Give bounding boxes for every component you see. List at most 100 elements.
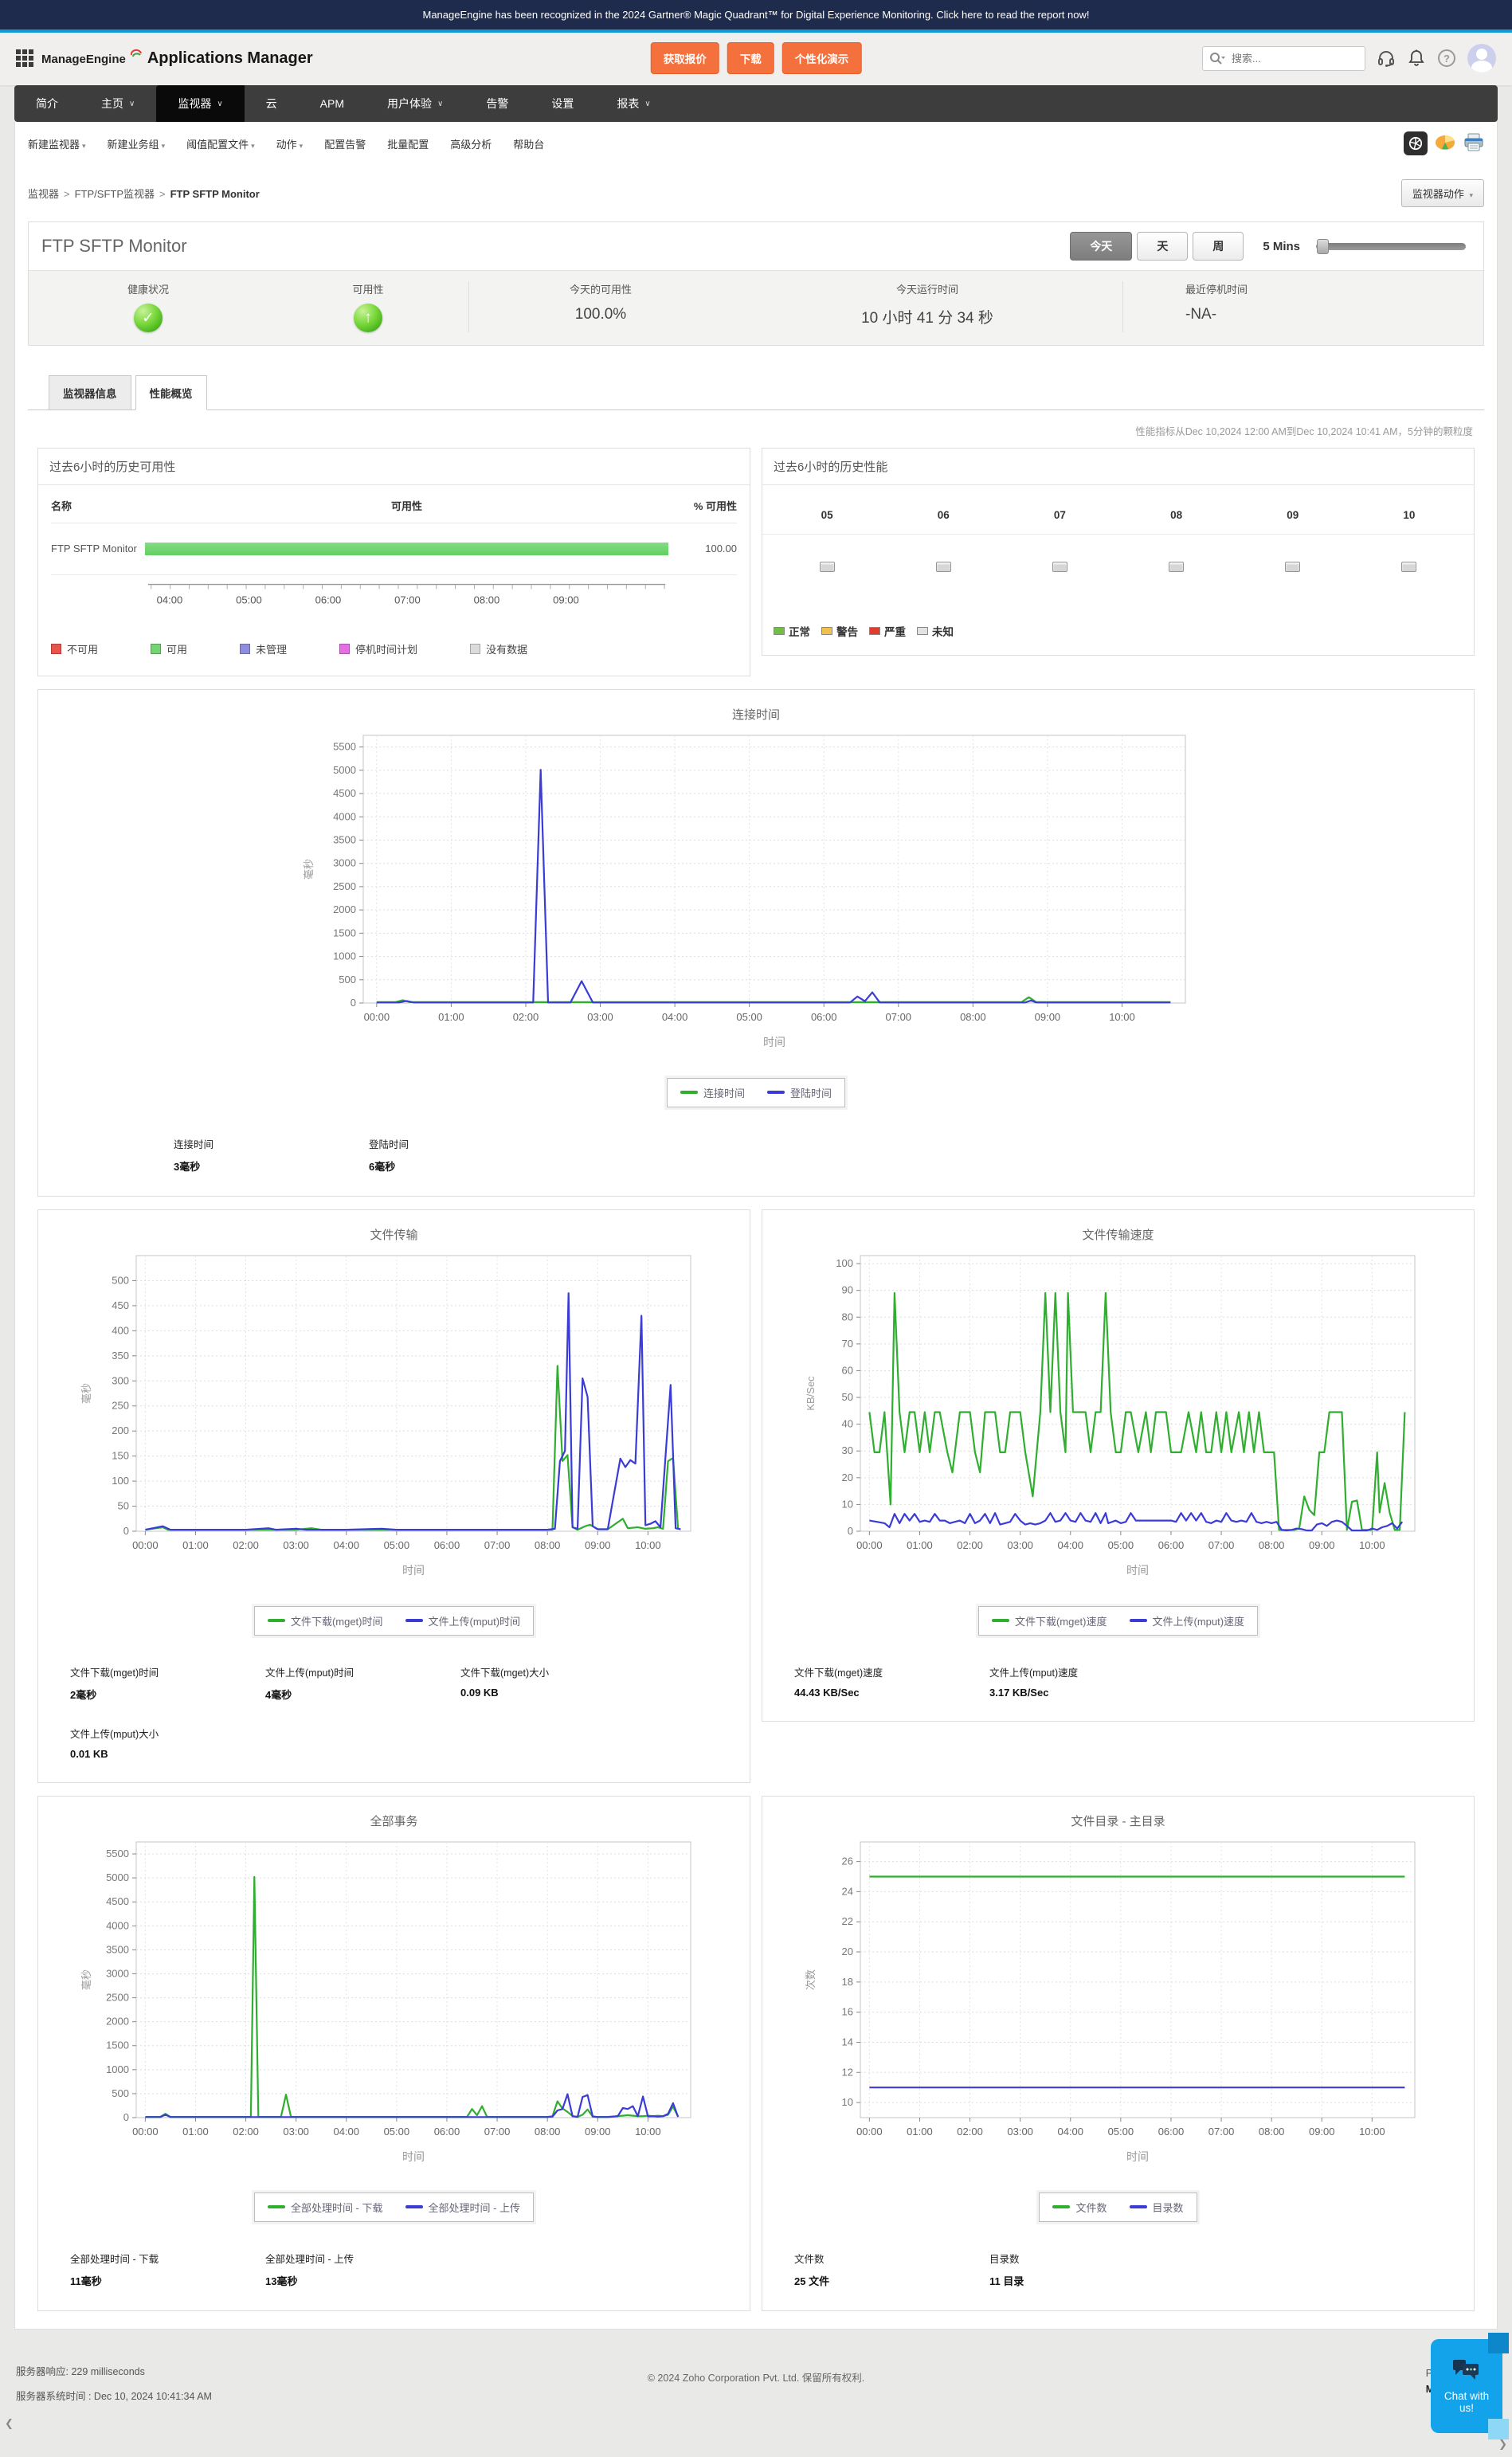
perf-state-square-unknown[interactable]	[1285, 562, 1301, 572]
toolbar-item-新建业务组[interactable]: 新建业务组 ▾	[108, 136, 166, 151]
performance-legend-item: 未知	[917, 623, 954, 639]
print-icon[interactable]	[1463, 133, 1484, 155]
svg-text:1000: 1000	[106, 2063, 129, 2075]
toolbar-item-高级分析[interactable]: 高级分析	[450, 136, 492, 151]
toolbar-item-动作[interactable]: 动作 ▾	[276, 136, 304, 151]
svg-text:50: 50	[841, 1391, 852, 1403]
nav-item-label: 报表	[617, 97, 640, 110]
time-range-天[interactable]: 天	[1137, 232, 1189, 261]
promo-banner[interactable]: ManageEngine has been recognized in the …	[0, 0, 1512, 33]
chevron-down-icon: ▾	[82, 141, 86, 150]
perf-state-square-unknown[interactable]	[1052, 562, 1067, 572]
slider-handle[interactable]	[1317, 238, 1329, 254]
toolbar-item-批量配置[interactable]: 批量配置	[387, 136, 429, 151]
toolbar-item-配置告警[interactable]: 配置告警	[324, 136, 366, 151]
svg-text:250: 250	[112, 1399, 129, 1411]
scroll-left-arrow[interactable]: ❮	[5, 2417, 14, 2430]
connection-time-stats: 连接时间 3毫秒 登陆时间 6毫秒	[38, 1125, 1474, 1196]
logo[interactable]: ManageEngine Applications Manager	[16, 49, 313, 68]
cta-button-2[interactable]: 个性化演示	[781, 42, 862, 74]
perf-state-square-unknown[interactable]	[1169, 562, 1185, 572]
legend-swatch	[821, 627, 832, 635]
stat-label: 目录数	[989, 2253, 1020, 2265]
breadcrumb-item-1[interactable]: FTP/SFTP监视器	[75, 188, 155, 200]
connection-time-title: 连接时间	[731, 707, 780, 722]
stat-value: 6毫秒	[369, 1160, 396, 1173]
toolbar-item-新建监视器[interactable]: 新建监视器 ▾	[28, 136, 86, 151]
apps-grid-icon[interactable]	[16, 49, 33, 67]
legend-swatch	[51, 643, 61, 654]
nav-item-监视器[interactable]: 监视器 ∨	[156, 85, 245, 122]
breadcrumb-item-0[interactable]: 监视器	[28, 188, 59, 200]
svg-text:06:00: 06:00	[433, 2126, 460, 2138]
svg-text:01:00: 01:00	[907, 2126, 933, 2138]
perf-hour-08: 08	[1170, 509, 1183, 521]
nav-item-label: 设置	[551, 97, 574, 110]
search-icon[interactable]	[1208, 51, 1226, 69]
svg-text:00:00: 00:00	[856, 2126, 883, 2138]
monitor-actions-button[interactable]: 监视器动作 ▾	[1400, 179, 1484, 207]
nav-item-设置[interactable]: 设置	[530, 85, 595, 122]
legend-label: 全部处理时间 - 下载	[290, 2201, 383, 2214]
toolbar-item-阈值配置文件[interactable]: 阈值配置文件 ▾	[186, 136, 255, 151]
perf-state-square-unknown[interactable]	[935, 562, 951, 572]
nav-item-简介[interactable]: 简介	[14, 85, 80, 122]
help-icon[interactable]: ?	[1437, 49, 1456, 68]
legend-label: 文件上传(mput)时间	[428, 1615, 521, 1628]
chat-widget-button[interactable]: Chat with us!	[1431, 2332, 1509, 2439]
stat-value: 3毫秒	[174, 1160, 201, 1173]
uptime-label: 今天运行时间	[895, 284, 958, 296]
time-range-今天[interactable]: 今天	[1070, 232, 1133, 261]
availability-bar[interactable]	[145, 542, 668, 555]
nav-item-报表[interactable]: 报表 ∨	[595, 85, 672, 122]
bell-icon[interactable]	[1407, 49, 1426, 68]
all-transactions-chart: 0 500 1000 1500 2000 2500 3000 3500 4000 4500 5000…	[80, 1841, 691, 2163]
toolbar-item-帮助台[interactable]: 帮助台	[513, 136, 544, 151]
screenshot-icon[interactable]	[1404, 131, 1428, 155]
svg-text:08:00: 08:00	[960, 1011, 986, 1023]
perf-state-square-unknown[interactable]	[819, 562, 835, 572]
search-input[interactable]	[1202, 45, 1365, 71]
nav-item-label: APM	[319, 97, 344, 110]
svg-text:03:00: 03:00	[587, 1011, 613, 1023]
svg-text:500: 500	[112, 1274, 129, 1286]
svg-text:10:00: 10:00	[635, 1539, 661, 1551]
all-transactions-panel: 全部事务 0 500 1000 1500 2000 2500 3000 3500 4000 4500…	[37, 1795, 750, 2311]
availability-legend: 不可用 可用 未管理 停机时间计划 没有数据	[51, 617, 737, 676]
granularity-label: 5 Mins	[1263, 239, 1300, 253]
monitor-name: FTP SFTP Monitor	[51, 543, 137, 554]
availability-percent: 100.00	[705, 543, 737, 555]
granularity-slider[interactable]	[1316, 238, 1466, 254]
nav-item-云[interactable]: 云	[245, 85, 299, 122]
nav-item-APM[interactable]: APM	[299, 85, 366, 122]
legend-label: 未知	[932, 626, 954, 638]
stat-文件上传(mput)速度: 文件上传(mput)速度 3.17 KB/Sec	[989, 1664, 1185, 1699]
pie-report-icon[interactable]	[1435, 134, 1456, 154]
user-avatar[interactable]	[1467, 44, 1496, 72]
file-directory-legend: 文件数 目录数	[1039, 2192, 1197, 2222]
svg-text:500: 500	[339, 973, 356, 985]
perf-state-square-unknown[interactable]	[1401, 562, 1417, 572]
time-range-周[interactable]: 周	[1193, 232, 1244, 261]
nav-item-用户体验[interactable]: 用户体验 ∨	[366, 85, 464, 122]
cta-button-1[interactable]: 下载	[727, 42, 774, 74]
svg-text:0: 0	[123, 2111, 128, 2123]
svg-text:毫秒: 毫秒	[80, 1382, 92, 1403]
svg-text:02:00: 02:00	[513, 1011, 539, 1023]
cta-button-0[interactable]: 获取报价	[650, 42, 719, 74]
svg-text:04:00: 04:00	[662, 1011, 688, 1023]
svg-text:40: 40	[841, 1417, 852, 1429]
file-transfer-chart-block: 文件传输 0 50 100 150 200 250 300 350 400 450 500 00:00 0…	[38, 1210, 750, 1653]
nav-item-主页[interactable]: 主页 ∨	[80, 85, 156, 122]
tab-性能概览[interactable]: 性能概览	[135, 375, 207, 410]
scroll-right-arrow[interactable]: ❯	[1498, 2438, 1507, 2451]
nav-item-告警[interactable]: 告警	[464, 85, 530, 122]
monitor-summary-box: FTP SFTP Monitor 今天天周 5 Mins 健康状况 ✓ 可用性 …	[28, 221, 1484, 346]
last-downtime-value: -NA-	[1185, 306, 1217, 323]
tab-监视器信息[interactable]: 监视器信息	[49, 375, 131, 410]
headset-icon[interactable]	[1377, 49, 1396, 68]
today-availability-value: 100.0%	[574, 306, 627, 323]
transfer-speed-stats: 文件下载(mget)速度 44.43 KB/Sec 文件上传(mput)速度 3.17…	[762, 1653, 1474, 1721]
breadcrumb-item-2: FTP SFTP Monitor	[170, 188, 260, 200]
performance-hours: 05 06 07 08 09 10	[762, 485, 1474, 535]
